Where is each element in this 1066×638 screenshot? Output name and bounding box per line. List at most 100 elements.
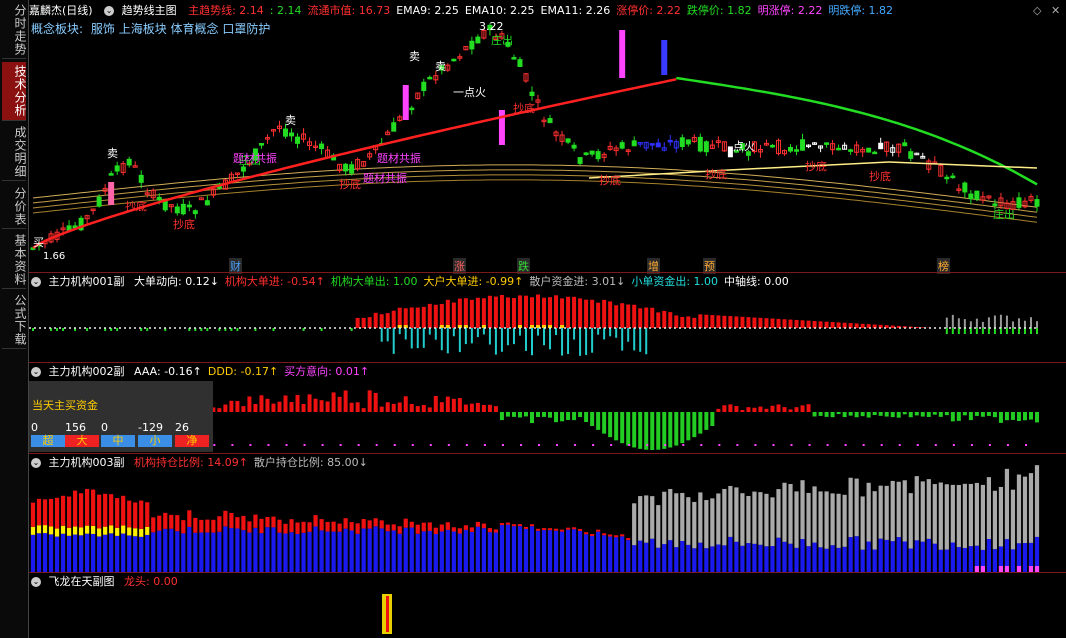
panel2-bar	[950, 412, 955, 422]
panel2-dot	[465, 444, 468, 446]
panel1-bar	[434, 328, 437, 340]
panel3-bar	[860, 549, 865, 572]
panel3-bar	[85, 533, 90, 572]
panel3-bar	[680, 492, 685, 541]
tab-time-sharing[interactable]: 分时走势	[2, 2, 27, 59]
panel3-bar	[662, 544, 667, 572]
panel1-name[interactable]: 主力机构001副	[49, 275, 125, 288]
indicator-value: 散户持仓比例: 85.00↓	[253, 456, 368, 469]
panel1-bar	[415, 307, 420, 328]
panel3-bar	[91, 489, 96, 526]
panel2-bar	[517, 412, 522, 418]
indicator-value: 买方意向: 0.01↑	[284, 365, 370, 378]
panel2-dot	[1024, 444, 1027, 446]
daily-capital-label: 净	[175, 435, 209, 447]
panel3-bar	[710, 498, 715, 547]
tab-trade-details[interactable]: 成交明细	[2, 124, 27, 181]
panel3-bar	[992, 549, 998, 572]
panel2-bar	[806, 404, 811, 412]
panel3-bar	[439, 524, 444, 532]
chevron-down-icon[interactable]: ⌄	[31, 577, 41, 587]
panel2-bar	[932, 412, 937, 415]
panel3-bar	[872, 491, 877, 550]
panel1-bar	[1017, 328, 1020, 334]
tab-basic-info[interactable]: 基本资料	[2, 232, 27, 289]
panel3-bar	[571, 527, 577, 530]
panel2-bar	[427, 407, 432, 412]
panel3-bar	[758, 492, 763, 545]
daily-capital-value: 156	[65, 421, 86, 434]
panel3-bar	[307, 522, 312, 532]
panel3-bar	[938, 549, 943, 572]
panel1-bar	[470, 328, 473, 344]
candle-body	[1034, 199, 1040, 207]
tab-technical-analysis[interactable]: 技术分析	[2, 62, 27, 121]
panel2-bar	[475, 402, 480, 412]
candle-body	[511, 57, 517, 60]
panel3-bar	[812, 542, 817, 572]
panel1-bar	[511, 298, 516, 328]
panel2-bar	[938, 412, 943, 417]
panel1-bar	[812, 321, 817, 328]
highlight-candle	[402, 85, 409, 120]
panel1-bar	[464, 328, 467, 345]
panel1-bar	[585, 328, 588, 355]
panel2-bar	[373, 392, 378, 412]
panel2-bar	[740, 409, 745, 412]
panel3-bar	[860, 496, 865, 550]
panel2-bar	[1022, 412, 1027, 421]
candle-body	[968, 193, 974, 200]
dragon-bar	[386, 596, 389, 632]
panel3-bar	[91, 533, 96, 572]
panel2-bar	[944, 412, 949, 416]
panel2-dot	[519, 444, 522, 446]
panel2-dot	[231, 444, 234, 446]
panel2-dot	[736, 444, 739, 446]
panel1-bar	[1005, 315, 1008, 328]
tab-formula-download[interactable]: 公式下载	[2, 292, 27, 349]
panel1-bar	[379, 314, 384, 328]
panel3-bar	[409, 527, 414, 572]
panel3-bar	[577, 528, 583, 531]
panel1-bar	[529, 297, 534, 328]
panel3-bar	[301, 521, 306, 533]
panel3-bar	[668, 488, 673, 541]
panel3-bar	[1010, 489, 1016, 550]
panel3-bar	[109, 525, 114, 534]
panel1-bar	[584, 299, 589, 328]
panel3-bar	[908, 548, 913, 572]
panel2-bar	[884, 412, 889, 417]
panel4-name[interactable]: 飞龙在天副图	[49, 575, 115, 588]
candle-body	[589, 150, 595, 155]
panel2-bar	[626, 412, 631, 446]
panel2-dot	[1006, 444, 1009, 446]
tab-price-table[interactable]: 分价表	[2, 184, 27, 229]
panel3-bar	[998, 486, 1004, 547]
indicator-value: 机构大单进: -0.54↑	[224, 275, 325, 288]
indicator-value: 龙头: 0.00	[124, 575, 178, 588]
panel2-name[interactable]: 主力机构002副	[49, 365, 125, 378]
candle-body	[421, 81, 427, 92]
panel1-bar	[385, 313, 390, 328]
panel3-bar	[722, 545, 727, 572]
chevron-down-icon[interactable]: ⌄	[104, 6, 115, 16]
panel2-bar	[998, 412, 1003, 423]
indicator-name[interactable]: 趋势线主图	[122, 4, 177, 17]
daily-capital-cell: 0超	[31, 421, 65, 447]
panel3-bar	[66, 535, 72, 572]
signal-marker: 卖	[435, 60, 446, 73]
panel2-bar	[710, 412, 715, 426]
chevron-down-icon[interactable]: ⌄	[31, 277, 41, 287]
panel2-bar	[313, 398, 318, 412]
close-icon[interactable]: ✕	[1051, 4, 1060, 17]
panel2-dot	[934, 444, 937, 446]
panel1-bar	[662, 310, 667, 328]
panel1-bar	[975, 318, 978, 328]
panel3-bar	[48, 498, 54, 527]
diamond-icon[interactable]: ◇	[1033, 4, 1041, 17]
chevron-down-icon[interactable]: ⌄	[31, 458, 41, 468]
panel3-bar	[337, 523, 342, 532]
chevron-down-icon[interactable]: ⌄	[31, 367, 41, 377]
panel3-bar	[36, 525, 42, 534]
panel3-name[interactable]: 主力机构003副	[49, 456, 125, 469]
